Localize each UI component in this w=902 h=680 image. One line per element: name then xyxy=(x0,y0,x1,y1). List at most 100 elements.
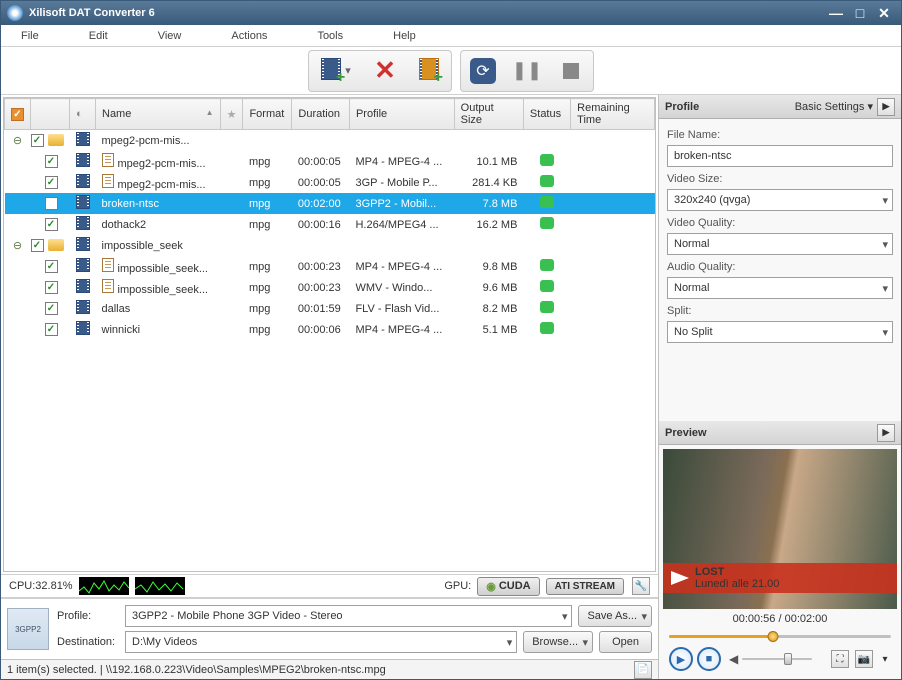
cell-profile: 3GPP2 - Mobil... xyxy=(349,193,454,214)
status-icon xyxy=(540,175,554,187)
cpu-graph-1 xyxy=(79,577,129,595)
row-name: winnicki xyxy=(102,324,141,336)
snapshot-menu-icon[interactable]: ▾ xyxy=(879,650,891,668)
column-header[interactable]: Output Size xyxy=(454,99,523,130)
stop-preview-button[interactable]: ■ xyxy=(697,647,721,671)
profile-expand-icon[interactable]: ▶ xyxy=(877,98,895,116)
row-checkbox[interactable] xyxy=(31,239,44,252)
volume-slider[interactable] xyxy=(742,655,812,663)
document-icon xyxy=(102,174,114,188)
snapshot-icon[interactable]: 📷 xyxy=(855,650,873,668)
cell-size: 10.1 MB xyxy=(454,151,523,172)
table-row[interactable]: impossible_seek...mpg00:00:23WMV - Windo… xyxy=(5,277,655,298)
stop-button[interactable] xyxy=(551,53,591,89)
expand-icon[interactable]: ⊖ xyxy=(13,240,22,252)
row-checkbox[interactable] xyxy=(45,155,58,168)
file-grid[interactable]: ◐Name▲★FormatDurationProfileOutput SizeS… xyxy=(3,97,656,572)
row-checkbox[interactable] xyxy=(31,134,44,147)
table-row[interactable]: dothack2mpg00:00:16H.264/MPEG4 ...16.2 M… xyxy=(5,214,655,235)
table-row[interactable]: mpeg2-pcm-mis...mpg00:00:05MP4 - MPEG-4 … xyxy=(5,151,655,172)
row-checkbox[interactable] xyxy=(45,197,58,210)
table-row[interactable]: dallasmpg00:01:59FLV - Flash Vid...8.2 M… xyxy=(5,298,655,319)
profile-combo[interactable]: 3GPP2 - Mobile Phone 3GP Video - Stereo xyxy=(125,605,572,627)
audioquality-combo[interactable]: Normal xyxy=(667,277,893,299)
preview-screen[interactable]: LOSTLunedì alle 21.00 xyxy=(663,449,897,609)
column-header[interactable] xyxy=(5,99,31,130)
menu-view[interactable]: View xyxy=(158,30,182,42)
film-icon xyxy=(76,279,90,293)
column-header[interactable]: Name▲ xyxy=(96,99,221,130)
browse-button[interactable]: Browse... xyxy=(523,631,593,653)
volume-icon[interactable]: ◀ xyxy=(729,652,738,666)
destination-combo[interactable]: D:\My Videos xyxy=(125,631,517,653)
settings-icon[interactable]: 🔧 xyxy=(632,577,650,595)
column-header[interactable]: Duration xyxy=(292,99,350,130)
basic-settings-dropdown[interactable]: Basic Settings ▾ xyxy=(795,100,873,113)
add-profile-button[interactable]: + xyxy=(409,53,449,89)
column-header[interactable]: Remaining Time xyxy=(571,99,655,130)
cell-profile: 3GP - Mobile P... xyxy=(349,172,454,193)
table-row[interactable]: winnickimpg00:00:06MP4 - MPEG-4 ...5.1 M… xyxy=(5,319,655,340)
log-icon[interactable]: 📄 xyxy=(634,661,652,679)
folder-icon xyxy=(48,134,64,146)
maximize-button[interactable]: □ xyxy=(849,4,871,22)
right-pane: Profile Basic Settings ▾ ▶ File Name: br… xyxy=(659,95,901,679)
ati-badge[interactable]: ATI STREAM xyxy=(546,578,624,595)
row-name: impossible_seek... xyxy=(118,284,209,296)
split-combo[interactable]: No Split xyxy=(667,321,893,343)
film-icon xyxy=(76,153,90,167)
column-header[interactable]: ★ xyxy=(220,99,243,130)
cuda-badge[interactable]: ◉CUDA xyxy=(477,577,539,596)
column-header[interactable] xyxy=(31,99,70,130)
row-checkbox[interactable] xyxy=(45,218,58,231)
seek-slider[interactable] xyxy=(669,631,891,641)
table-row[interactable]: ⊖mpeg2-pcm-mis... xyxy=(5,130,655,152)
titlebar[interactable]: Xilisoft DAT Converter 6 — □ ✕ xyxy=(1,1,901,25)
close-button[interactable]: ✕ xyxy=(873,4,895,22)
cell-profile: MP4 - MPEG-4 ... xyxy=(349,319,454,340)
fullscreen-icon[interactable]: ⛶ xyxy=(831,650,849,668)
table-row[interactable]: ⊖impossible_seek xyxy=(5,235,655,256)
table-row[interactable]: impossible_seek...mpg00:00:23MP4 - MPEG-… xyxy=(5,256,655,277)
menu-help[interactable]: Help xyxy=(393,30,416,42)
expand-icon[interactable]: ⊖ xyxy=(13,135,22,147)
select-all-checkbox[interactable] xyxy=(11,108,24,121)
row-name: dallas xyxy=(102,303,131,315)
menu-file[interactable]: File xyxy=(21,30,39,42)
row-checkbox[interactable] xyxy=(45,281,58,294)
cell-profile: MP4 - MPEG-4 ... xyxy=(349,151,454,172)
column-header[interactable]: Format xyxy=(243,99,292,130)
row-checkbox[interactable] xyxy=(45,302,58,315)
convert-button[interactable]: ⟳ xyxy=(463,53,503,89)
filename-label: File Name: xyxy=(667,129,893,141)
menu-edit[interactable]: Edit xyxy=(89,30,108,42)
menu-actions[interactable]: Actions xyxy=(231,30,267,42)
cell-dur: 00:00:05 xyxy=(292,172,350,193)
column-header[interactable]: Profile xyxy=(349,99,454,130)
document-icon xyxy=(102,258,114,272)
filename-input[interactable]: broken-ntsc xyxy=(667,145,893,167)
preview-expand-icon[interactable]: ▶ xyxy=(877,424,895,442)
play-button[interactable]: ▶ xyxy=(669,647,693,671)
column-header[interactable]: ◐ xyxy=(70,99,96,130)
bottom-panel: 3GPP2 Profile: 3GPP2 - Mobile Phone 3GP … xyxy=(1,598,658,659)
preview-time: 00:00:56 / 00:02:00 xyxy=(663,609,897,629)
add-file-button[interactable]: +▾ xyxy=(311,53,361,89)
remove-button[interactable]: ✕ xyxy=(365,53,405,89)
row-checkbox[interactable] xyxy=(45,176,58,189)
table-row[interactable]: broken-ntscmpg00:02:003GPP2 - Mobil...7.… xyxy=(5,193,655,214)
videoquality-combo[interactable]: Normal xyxy=(667,233,893,255)
table-row[interactable]: mpeg2-pcm-mis...mpg00:00:053GP - Mobile … xyxy=(5,172,655,193)
videosize-combo[interactable]: 320x240 (qvga) xyxy=(667,189,893,211)
save-as-button[interactable]: Save As... xyxy=(578,605,652,627)
channel-logo-icon xyxy=(671,571,689,585)
minimize-button[interactable]: — xyxy=(825,4,847,22)
row-name: impossible_seek... xyxy=(118,263,209,275)
cell-size: 9.8 MB xyxy=(454,256,523,277)
menu-tools[interactable]: Tools xyxy=(317,30,343,42)
row-checkbox[interactable] xyxy=(45,260,58,273)
row-checkbox[interactable] xyxy=(45,323,58,336)
pause-button[interactable]: ❚❚ xyxy=(507,53,547,89)
open-button[interactable]: Open xyxy=(599,631,652,653)
column-header[interactable]: Status xyxy=(523,99,570,130)
